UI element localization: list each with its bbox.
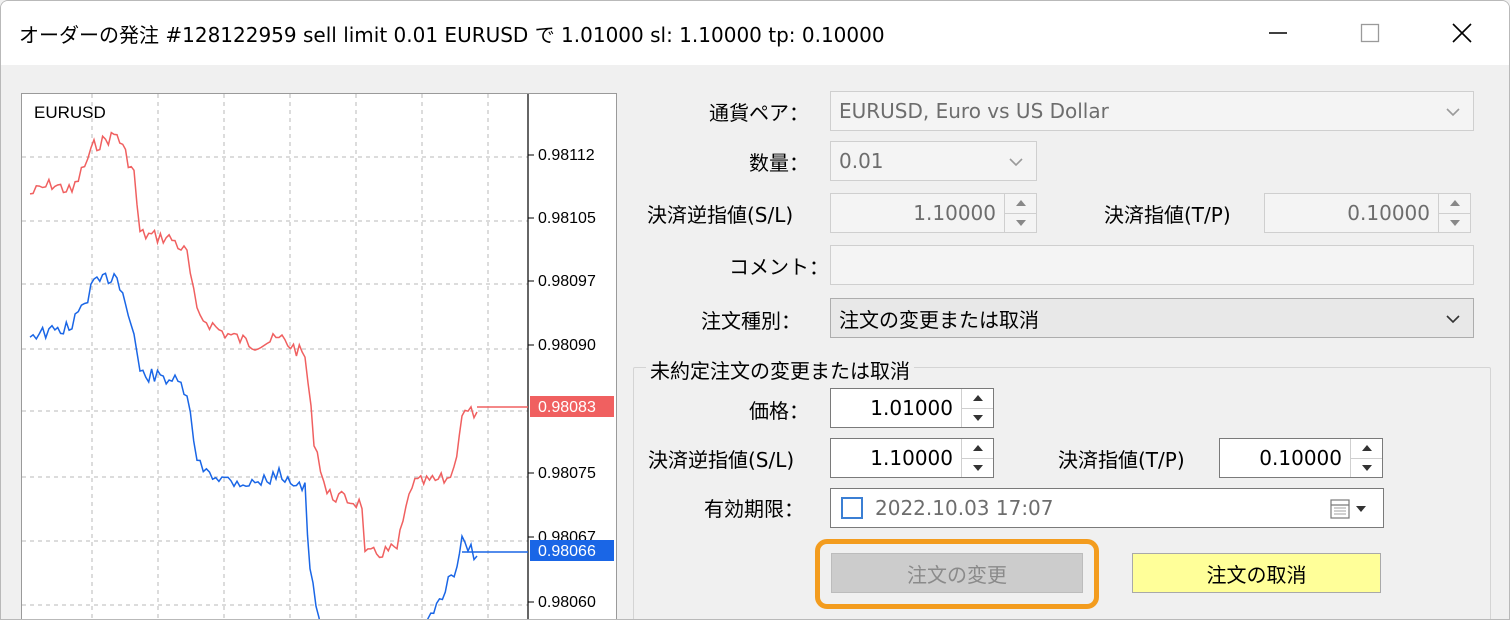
bid-price-line (29, 272, 478, 619)
cancel-order-button[interactable]: 注文の取消 (1132, 553, 1381, 593)
tick-chart-svg: EURUSD 0.98112 0.98105 0.98097 0.98090 0.980… (22, 94, 614, 619)
expiry-label: 有効期限： (704, 497, 804, 521)
currency-pair-label: 通貨ペア： (709, 101, 809, 125)
group-sl-label: 決済逆指値(S/L) (648, 448, 795, 472)
spin-up-icon[interactable] (1351, 439, 1382, 459)
price-axis-label: 0.98090 (538, 337, 596, 354)
tp-label: 決済指値(T/P) (1104, 203, 1231, 227)
modify-order-button[interactable]: 注文の変更 (831, 553, 1083, 593)
price-label: 価格： (749, 399, 809, 423)
group-tp-value: 0.10000 (1259, 446, 1342, 470)
group-sl-value: 1.10000 (870, 446, 953, 470)
price-field[interactable]: 1.01000 (830, 388, 994, 428)
close-icon (1452, 23, 1472, 43)
currency-pair-value: EURUSD, Euro vs US Dollar (839, 99, 1109, 123)
group-sl-field[interactable]: 1.10000 (830, 438, 994, 478)
expiry-checkbox[interactable] (841, 497, 863, 519)
close-button[interactable] (1439, 7, 1485, 59)
order-type-select[interactable]: 注文の変更または取消 (830, 298, 1474, 338)
chart-symbol: EURUSD (34, 103, 106, 122)
tp-spinner[interactable] (1438, 194, 1470, 232)
tick-chart: EURUSD 0.98112 0.98105 0.98097 0.98090 0.980… (21, 93, 617, 619)
chevron-down-icon (1446, 315, 1460, 324)
minimize-icon (1269, 32, 1287, 34)
comment-input[interactable] (830, 245, 1474, 285)
comment-label: コメント： (729, 255, 829, 279)
group-title: 未約定注文の変更または取消 (646, 355, 914, 384)
currency-pair-select[interactable]: EURUSD, Euro vs US Dollar (830, 91, 1474, 131)
expiry-datetime-picker[interactable]: 2022.10.03 17:07 (830, 488, 1384, 528)
group-tp-field[interactable]: 0.10000 (1219, 438, 1383, 478)
price-axis-label: 0.98075 (538, 465, 596, 482)
price-axis-label: 0.98112 (538, 147, 595, 164)
group-tp-label: 決済指値(T/P) (1058, 448, 1185, 472)
spin-up-icon[interactable] (962, 439, 993, 459)
calendar-dropdown-icon[interactable] (1329, 498, 1371, 520)
maximize-icon (1360, 23, 1380, 43)
title-bar: オーダーの発注 #128122959 sell limit 0.01 EURUS… (1, 1, 1509, 65)
tp-field[interactable]: 0.10000 (1264, 193, 1471, 233)
spin-down-icon[interactable] (1439, 214, 1470, 233)
spin-down-icon[interactable] (1005, 214, 1036, 233)
spin-up-icon[interactable] (962, 389, 993, 409)
price-spinner[interactable] (961, 389, 993, 427)
spin-down-icon[interactable] (1351, 459, 1382, 478)
price-axis-label: 0.98105 (538, 210, 596, 227)
price-axis-label: 0.98060 (538, 594, 596, 611)
window-title: オーダーの発注 #128122959 sell limit 0.01 EURUS… (19, 23, 885, 47)
chevron-down-icon (1009, 158, 1023, 167)
order-type-value: 注文の変更または取消 (839, 307, 1039, 332)
price-axis-label: 0.98066 (538, 543, 596, 560)
spin-down-icon[interactable] (962, 459, 993, 478)
volume-label: 数量： (749, 151, 809, 175)
minimize-button[interactable] (1255, 7, 1301, 59)
expiry-value: 2022.10.03 17:07 (875, 496, 1054, 520)
sl-field[interactable]: 1.10000 (830, 193, 1037, 233)
ask-price-line (29, 131, 478, 559)
spin-up-icon[interactable] (1005, 194, 1036, 214)
maximize-button[interactable] (1347, 7, 1393, 59)
volume-combobox[interactable]: 0.01 (830, 141, 1037, 181)
sl-label: 決済逆指値(S/L) (647, 203, 794, 227)
group-tp-spinner[interactable] (1350, 439, 1382, 477)
spin-up-icon[interactable] (1439, 194, 1470, 214)
order-type-label: 注文種別： (701, 309, 801, 333)
price-value: 1.01000 (870, 396, 953, 420)
volume-value: 0.01 (839, 149, 884, 173)
order-dialog: オーダーの発注 #128122959 sell limit 0.01 EURUS… (0, 0, 1510, 620)
tp-value: 0.10000 (1347, 201, 1430, 225)
chevron-down-icon (1446, 108, 1460, 117)
sl-spinner[interactable] (1004, 194, 1036, 232)
spin-down-icon[interactable] (962, 409, 993, 428)
group-sl-spinner[interactable] (961, 439, 993, 477)
price-axis-label: 0.98083 (538, 399, 596, 416)
sl-value: 1.10000 (913, 201, 996, 225)
price-axis-label: 0.98097 (538, 273, 596, 290)
